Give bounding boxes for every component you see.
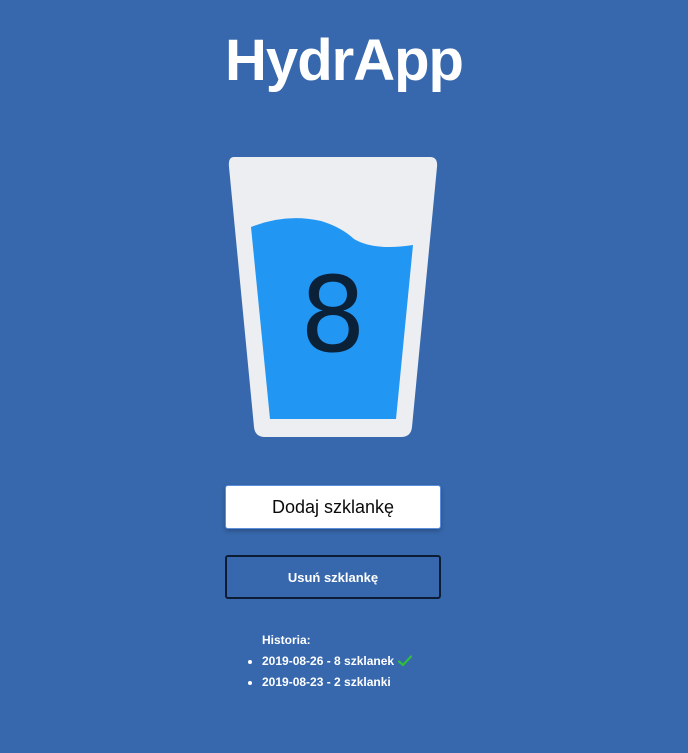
history-title: Historia:	[262, 633, 311, 647]
history-item: 2019-08-26 - 8 szklanek	[248, 652, 413, 673]
bullet	[248, 681, 252, 685]
history-item-text: 2019-08-26 - 8 szklanek	[262, 654, 395, 668]
check-icon	[397, 654, 413, 673]
bullet	[248, 660, 252, 664]
remove-glass-button[interactable]: Usuń szklankę	[225, 555, 441, 599]
add-glass-button[interactable]: Dodaj szklankę	[225, 485, 441, 529]
app-title: HydrApp	[225, 28, 464, 93]
history-item: 2019-08-23 - 2 szklanki	[248, 673, 412, 692]
water-glass: 8	[226, 155, 440, 439]
history-section: Historia: 2019-08-26 - 8 szklanek 2019-0…	[248, 631, 413, 692]
glass-count: 8	[299, 254, 367, 376]
history-item-text: 2019-08-23 - 2 szklanki	[262, 675, 391, 689]
history-list: 2019-08-26 - 8 szklanek 2019-08-23 - 2 s…	[248, 652, 413, 692]
